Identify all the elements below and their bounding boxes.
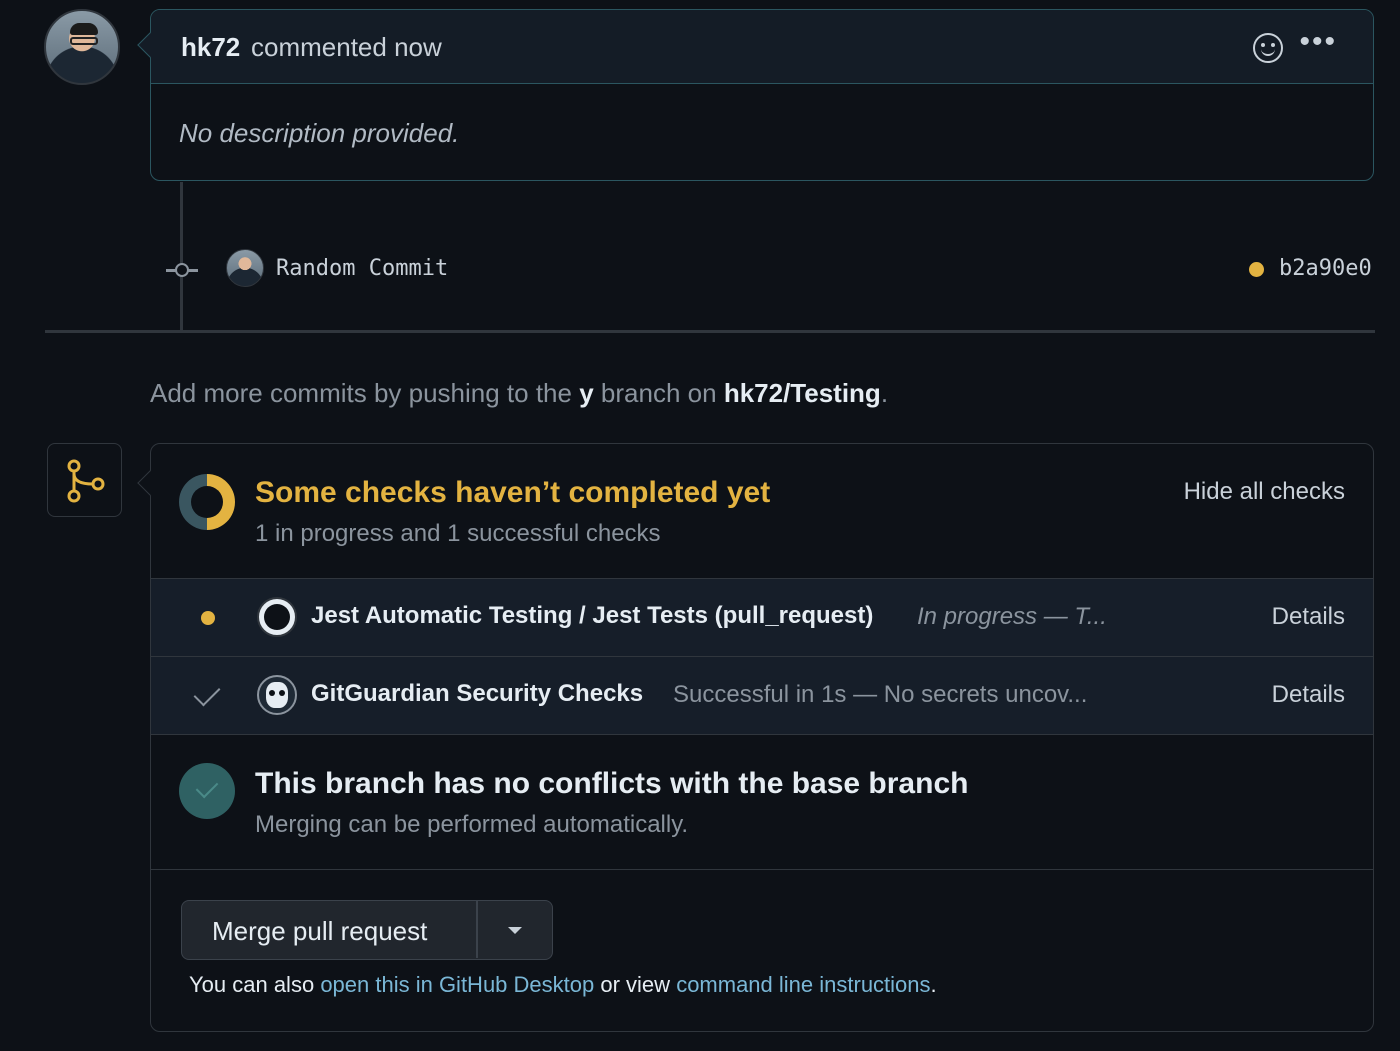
merge-box-pointer bbox=[137, 470, 163, 496]
hint-repo: hk72/Testing bbox=[723, 378, 881, 408]
checkmark-icon bbox=[193, 679, 221, 707]
kebab-menu-icon[interactable]: ••• bbox=[1299, 25, 1337, 59]
comment-box: hk72 commented now ••• No description pr… bbox=[137, 9, 1374, 181]
hint-suffix: . bbox=[880, 378, 889, 408]
check-name: Jest Automatic Testing / Jest Tests (pul… bbox=[311, 602, 874, 629]
avatar-hair bbox=[70, 23, 98, 35]
comment-header: hk72 commented now ••• bbox=[151, 10, 1373, 84]
comment-author[interactable]: hk72 bbox=[181, 32, 240, 63]
hint-branch: y bbox=[579, 378, 594, 408]
comment-time: commented now bbox=[251, 32, 442, 62]
commit-icon bbox=[166, 262, 198, 278]
smiley-icon[interactable] bbox=[1253, 33, 1283, 63]
merge-pull-request-button[interactable]: Merge pull request bbox=[181, 900, 553, 960]
conflict-title: This branch has no conflicts with the ba… bbox=[255, 767, 969, 800]
commit-message[interactable]: Random Commit bbox=[276, 256, 448, 281]
check-status: Successful in 1s — No secrets uncov... bbox=[673, 681, 1088, 708]
command-line-instructions-link[interactable]: command line instructions bbox=[676, 972, 930, 997]
pending-progress-icon bbox=[179, 474, 235, 530]
checks-subtitle: 1 in progress and 1 successful checks bbox=[255, 520, 661, 547]
also-suffix: . bbox=[930, 972, 937, 997]
merge-section: Merge pull request You can also open thi… bbox=[151, 869, 1373, 1031]
avatar-glasses bbox=[70, 37, 98, 45]
push-hint: Add more commits by pushing to the y bra… bbox=[150, 378, 888, 409]
caret-down-icon[interactable] bbox=[508, 927, 522, 934]
author-avatar[interactable] bbox=[44, 9, 120, 85]
git-merge-icon bbox=[47, 443, 122, 517]
alternative-merge-hint: You can also open this in GitHub Desktop… bbox=[189, 972, 937, 998]
commit-sha[interactable]: b2a90e0 bbox=[1279, 256, 1372, 281]
commit-author-avatar[interactable] bbox=[226, 249, 264, 287]
open-github-desktop-link[interactable]: open this in GitHub Desktop bbox=[320, 972, 594, 997]
merge-button-label[interactable]: Merge pull request bbox=[212, 916, 427, 947]
success-check-icon bbox=[179, 763, 235, 819]
also-middle: or view bbox=[600, 972, 671, 997]
gitguardian-owl-icon bbox=[257, 675, 297, 715]
timeline-line bbox=[180, 182, 183, 330]
check-status: In progress — T... bbox=[917, 603, 1107, 630]
timeline-divider bbox=[45, 330, 1375, 333]
hide-all-checks-button[interactable]: Hide all checks bbox=[1184, 478, 1345, 506]
conflict-section: This branch has no conflicts with the ba… bbox=[151, 734, 1373, 869]
check-row: Jest Automatic Testing / Jest Tests (pul… bbox=[151, 578, 1373, 656]
also-prefix: You can also bbox=[189, 972, 315, 997]
in-progress-dot-icon bbox=[201, 611, 215, 625]
hint-prefix: Add more commits by pushing to the bbox=[150, 378, 572, 408]
commit-status-dot-icon[interactable] bbox=[1249, 262, 1264, 277]
details-link[interactable]: Details bbox=[1272, 681, 1345, 709]
merge-box: Some checks haven’t completed yet 1 in p… bbox=[137, 443, 1374, 1032]
hint-middle: branch on bbox=[600, 378, 717, 408]
checks-title: Some checks haven’t completed yet bbox=[255, 476, 771, 509]
details-link[interactable]: Details bbox=[1272, 603, 1345, 631]
comment-body: No description provided. bbox=[179, 118, 460, 148]
conflict-subtitle: Merging can be performed automatically. bbox=[255, 811, 689, 838]
merge-button-separator bbox=[476, 901, 478, 958]
github-icon bbox=[257, 597, 297, 637]
check-row: GitGuardian Security Checks Successful i… bbox=[151, 656, 1373, 734]
check-name: GitGuardian Security Checks bbox=[311, 680, 644, 707]
